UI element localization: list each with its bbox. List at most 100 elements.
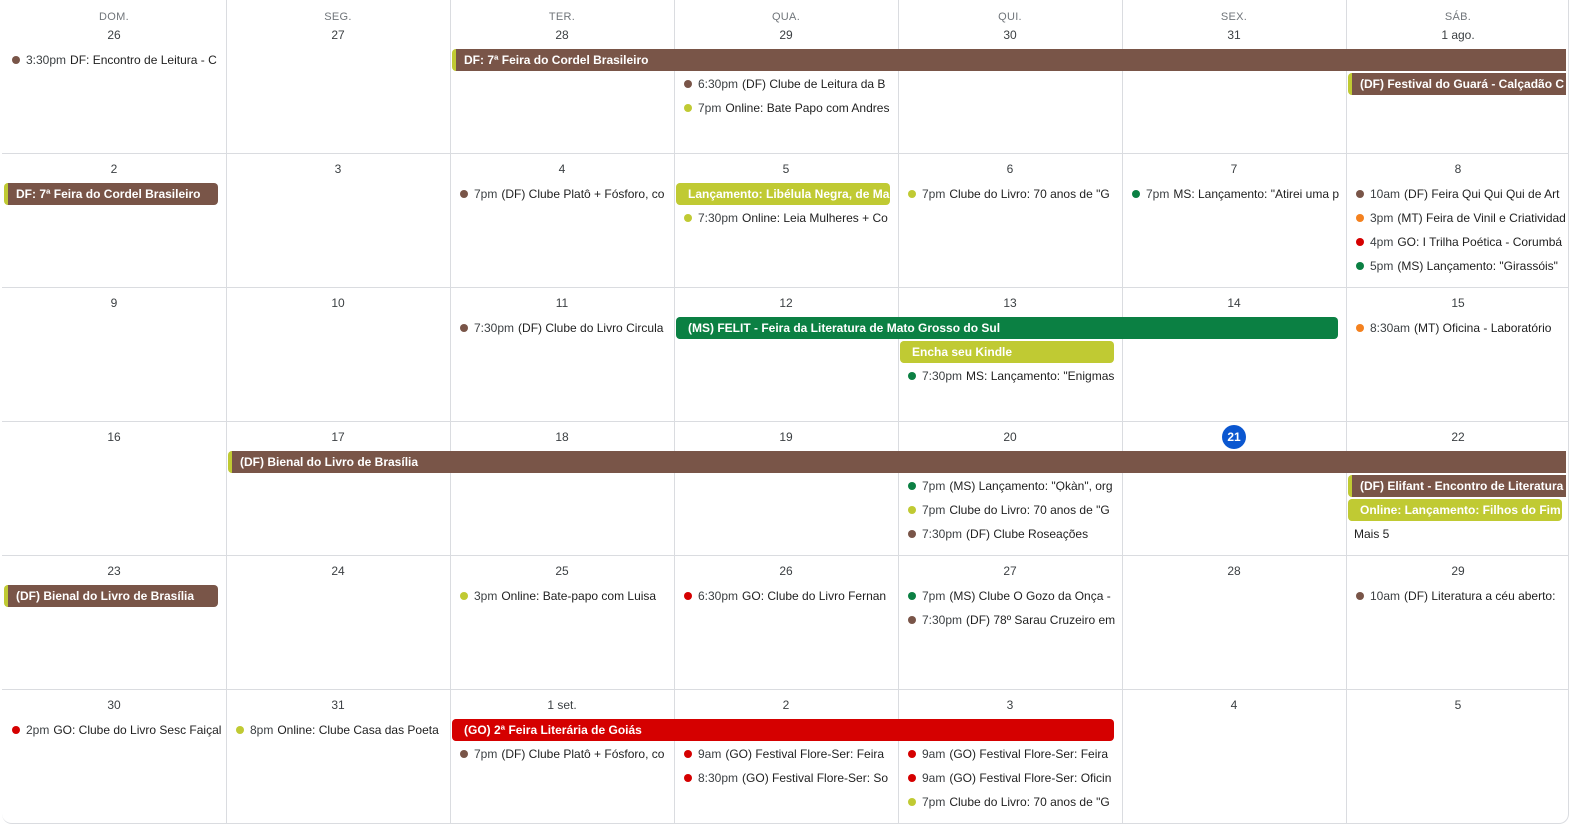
day-number[interactable]: 15	[1346, 291, 1568, 315]
day-number[interactable]: 5	[1346, 693, 1568, 717]
day-number[interactable]: 1 set.	[450, 693, 674, 717]
event-time: 4pm	[1370, 235, 1394, 249]
timed-event[interactable]: 4pm GO: I Trilha Poética - Corumbá	[1348, 232, 1566, 252]
all-day-event-bar[interactable]: DF: 7ª Feira do Cordel Brasileiro	[452, 49, 1566, 71]
day-number[interactable]: 17	[226, 425, 450, 449]
day-number[interactable]: 3	[226, 157, 450, 181]
timed-event[interactable]: 3pm Online: Bate-papo com Luisa	[452, 586, 670, 606]
timed-event[interactable]: 9am (GO) Festival Flore-Ser: Feira	[676, 744, 894, 764]
day-number[interactable]: 29	[674, 23, 898, 47]
day-number[interactable]: 18	[450, 425, 674, 449]
timed-event[interactable]: 7pm Clube do Livro: 70 anos de "G	[900, 500, 1118, 520]
timed-event[interactable]: 9am (GO) Festival Flore-Ser: Oficin	[900, 768, 1118, 788]
event-time: 2pm	[26, 723, 50, 737]
all-day-event-bar[interactable]: (DF) Bienal do Livro de Brasília	[228, 451, 1566, 473]
day-number[interactable]: 14	[1122, 291, 1346, 315]
day-number[interactable]: 20	[898, 425, 1122, 449]
day-number[interactable]: 4	[1122, 693, 1346, 717]
timed-event[interactable]: 3:30pm DF: Encontro de Leitura - C	[4, 50, 222, 70]
timed-event[interactable]: 10am (DF) Feira Qui Qui Qui de Art	[1348, 184, 1566, 204]
event-title: (DF) Literatura a céu aberto:	[1404, 589, 1556, 603]
day-number[interactable]: 11	[450, 291, 674, 315]
event-color-dot-icon	[684, 773, 692, 782]
event-color-dot-icon	[236, 725, 244, 734]
timed-event[interactable]: 7pm (MS) Lançamento: "Ọkàn", org	[900, 476, 1118, 496]
all-day-event-bar[interactable]: DF: 7ª Feira do Cordel Brasileiro	[4, 183, 218, 205]
day-number[interactable]: 27	[898, 559, 1122, 583]
event-time: 7pm	[922, 503, 946, 517]
day-number[interactable]: 28	[1122, 559, 1346, 583]
day-number[interactable]: 8	[1346, 157, 1568, 181]
timed-event[interactable]: 5pm (MS) Lançamento: "Girassóis"	[1348, 256, 1566, 276]
day-number[interactable]: 22	[1346, 425, 1568, 449]
day-number[interactable]: 30	[898, 23, 1122, 47]
day-number[interactable]: 31	[226, 693, 450, 717]
day-number-label: 10	[331, 296, 345, 310]
timed-event[interactable]: 7:30pm (DF) 78º Sarau Cruzeiro em	[900, 610, 1118, 630]
timed-event[interactable]: 7pm (MS) Clube O Gozo da Onça -	[900, 586, 1118, 606]
day-number[interactable]: 7	[1122, 157, 1346, 181]
day-number[interactable]: 26	[674, 559, 898, 583]
all-day-event-bar[interactable]: (DF) Elifant - Encontro de Literatura	[1348, 475, 1566, 497]
day-number[interactable]: 10	[226, 291, 450, 315]
timed-event[interactable]: 3pm (MT) Feira de Vinil e Criatividade	[1348, 208, 1566, 228]
day-number-label: 1 set.	[547, 698, 577, 712]
day-number[interactable]: 2	[674, 693, 898, 717]
timed-event[interactable]: 7:30pm (DF) Clube Roseações	[900, 524, 1118, 544]
day-number[interactable]: 13	[898, 291, 1122, 315]
day-number-today[interactable]: 21	[1122, 425, 1346, 449]
all-day-event-bar[interactable]: (DF) Bienal do Livro de Brasília	[4, 585, 218, 607]
all-day-event-bar[interactable]: Encha seu Kindle	[900, 341, 1114, 363]
event-time: 7:30pm	[698, 211, 739, 225]
timed-event[interactable]: 7pm MS: Lançamento: "Atirei uma p	[1124, 184, 1342, 204]
day-number[interactable]: 5	[674, 157, 898, 181]
timed-event[interactable]: 10am (DF) Literatura a céu aberto:	[1348, 586, 1566, 606]
all-day-event-title: (DF) Elifant - Encontro de Literatura	[1360, 479, 1564, 493]
timed-event[interactable]: 7pm (DF) Clube Platô + Fósforo, co	[452, 184, 670, 204]
timed-event[interactable]: 7pm (DF) Clube Platô + Fósforo, co	[452, 744, 670, 764]
day-number[interactable]: 2	[2, 157, 226, 181]
timed-event[interactable]: 6:30pm (DF) Clube de Leitura da B	[676, 74, 894, 94]
day-number[interactable]: 16	[2, 425, 226, 449]
event-time: 7pm	[698, 101, 722, 115]
all-day-event-bar[interactable]: (MS) FELIT - Feira da Literatura de Mato…	[676, 317, 1338, 339]
timed-event[interactable]: 7pm Online: Bate Papo com Andres	[676, 98, 894, 118]
day-number[interactable]: 24	[226, 559, 450, 583]
timed-event[interactable]: 8pm Online: Clube Casa das Poeta	[228, 720, 446, 740]
timed-event[interactable]: 7pm Clube do Livro: 70 anos de "G	[900, 184, 1118, 204]
day-number[interactable]: 19	[674, 425, 898, 449]
more-events-link[interactable]: Mais 5	[1346, 524, 1389, 544]
day-number-label: 16	[107, 430, 121, 444]
day-number[interactable]: 4	[450, 157, 674, 181]
day-number[interactable]: 23	[2, 559, 226, 583]
event-color-dot-icon	[908, 505, 916, 514]
day-number[interactable]: 31	[1122, 23, 1346, 47]
all-day-event-bar[interactable]: Lançamento: Libélula Negra, de Mal	[676, 183, 890, 205]
all-day-event-bar[interactable]: (DF) Festival do Guará - Calçadão C	[1348, 73, 1566, 95]
day-number[interactable]: 1 ago.	[1346, 23, 1568, 47]
all-day-event-bar[interactable]: (GO) 2ª Feira Literária de Goiás	[452, 719, 1114, 741]
day-number[interactable]: 3	[898, 693, 1122, 717]
timed-event[interactable]: 8:30pm (GO) Festival Flore-Ser: So	[676, 768, 894, 788]
day-number[interactable]: 12	[674, 291, 898, 315]
timed-event[interactable]: 6:30pm GO: Clube do Livro Fernan	[676, 586, 894, 606]
all-day-event-bar[interactable]: Online: Lançamento: Filhos do Fim d	[1348, 499, 1562, 521]
event-title: (GO) Festival Flore-Ser: Feira	[949, 747, 1109, 761]
timed-event[interactable]: 7:30pm MS: Lançamento: "Enigmas	[900, 366, 1118, 386]
timed-event[interactable]: 7:30pm Online: Leia Mulheres + Co	[676, 208, 894, 228]
day-number[interactable]: 26	[2, 23, 226, 47]
day-number[interactable]: 9	[2, 291, 226, 315]
timed-event[interactable]: 7pm Clube do Livro: 70 anos de "G	[900, 792, 1118, 812]
day-number[interactable]: 28	[450, 23, 674, 47]
timed-event[interactable]: 9am (GO) Festival Flore-Ser: Feira	[900, 744, 1118, 764]
timed-event[interactable]: 7:30pm (DF) Clube do Livro Circula	[452, 318, 670, 338]
day-number[interactable]: 27	[226, 23, 450, 47]
day-number[interactable]: 29	[1346, 559, 1568, 583]
day-number[interactable]: 25	[450, 559, 674, 583]
event-time: 10am	[1370, 187, 1401, 201]
event-color-dot-icon	[684, 79, 692, 88]
timed-event[interactable]: 8:30am (MT) Oficina - Laboratório	[1348, 318, 1566, 338]
timed-event[interactable]: 2pm GO: Clube do Livro Sesc Faiçal	[4, 720, 222, 740]
day-number[interactable]: 30	[2, 693, 226, 717]
day-number[interactable]: 6	[898, 157, 1122, 181]
